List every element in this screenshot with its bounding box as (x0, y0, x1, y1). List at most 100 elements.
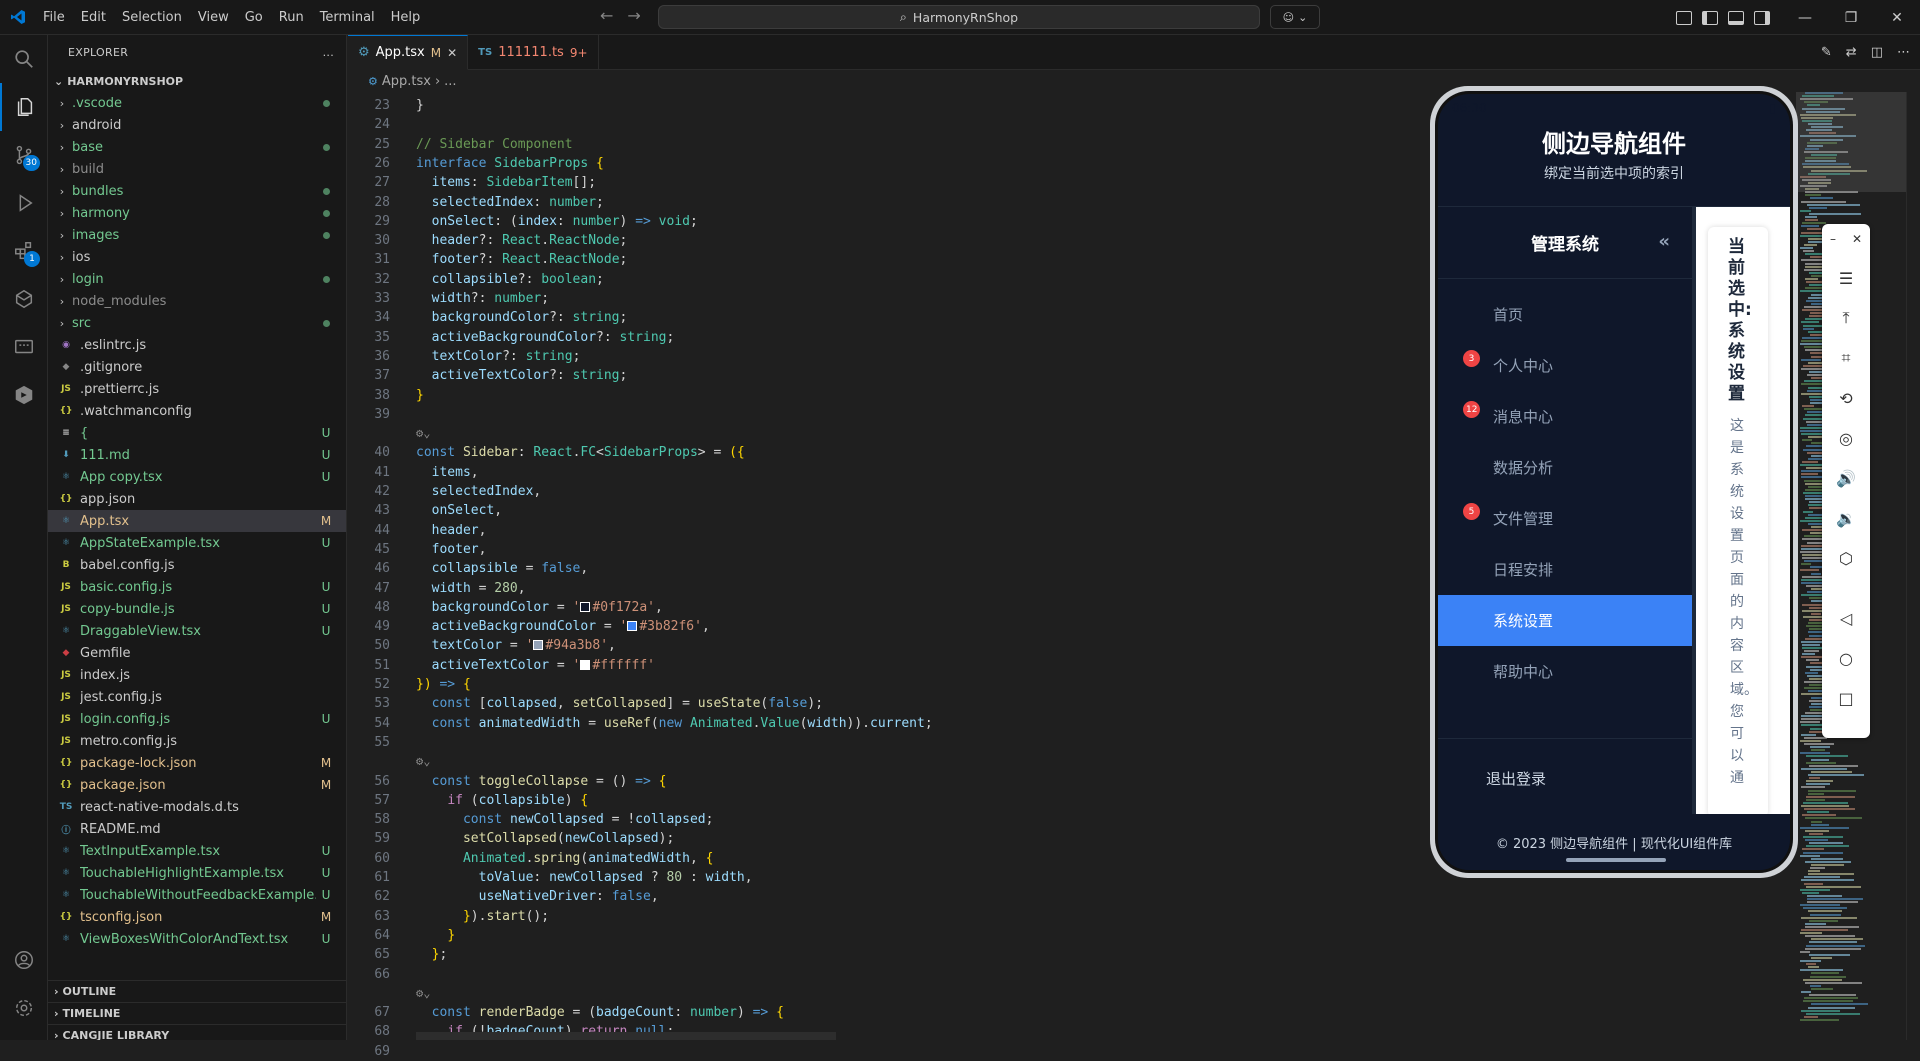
menu-view[interactable]: View (190, 0, 237, 35)
menu-help[interactable]: Help (383, 0, 429, 35)
codelens-icon[interactable]: ⚙⌄ (416, 424, 430, 443)
tree-item[interactable]: › images (48, 224, 346, 246)
tree-item[interactable]: ◉ .eslintrc.js (48, 334, 346, 356)
account-icon[interactable] (0, 936, 48, 984)
tree-item[interactable]: {} package.json M (48, 774, 346, 796)
more-actions-icon[interactable]: ... (323, 46, 334, 59)
section-outline[interactable]: › OUTLINE (48, 980, 346, 1002)
menu-edit[interactable]: Edit (73, 0, 114, 35)
breadcrumb-more[interactable]: ... (444, 74, 456, 89)
tree-item[interactable]: {} package-lock.json M (48, 752, 346, 774)
source-control-icon[interactable]: 30 (0, 131, 48, 179)
logout-button[interactable]: 退出登录 (1438, 738, 1692, 818)
command-center-search[interactable]: ⌕ HarmonyRnShop (658, 5, 1260, 29)
phone-nav-item[interactable]: 12 消息中心 (1438, 391, 1692, 442)
edit-pen-icon[interactable]: ✎ (1821, 45, 1832, 60)
recents-square-icon[interactable]: □ (1822, 678, 1870, 718)
deveco-icon[interactable] (0, 371, 48, 419)
more-actions-icon[interactable]: ⋯ (1897, 45, 1910, 60)
tree-item[interactable]: ⓘ README.md (48, 818, 346, 840)
project-section[interactable]: ⌄ HARMONYRNSHOP (48, 70, 346, 92)
screenshot-icon[interactable]: ◎ (1822, 418, 1870, 458)
tree-item[interactable]: › bundles (48, 180, 346, 202)
phone-nav-item[interactable]: 5 文件管理 (1438, 493, 1692, 544)
tree-item[interactable]: JS basic.config.js U (48, 576, 346, 598)
pin-top-icon[interactable]: ⤒ (1822, 298, 1870, 338)
restore-icon[interactable]: ❐ (1828, 0, 1874, 35)
volume-up-icon[interactable]: 🔊 (1822, 458, 1870, 498)
tree-item[interactable]: ⬇ 111.md U (48, 444, 346, 466)
menu-run[interactable]: Run (271, 0, 312, 35)
tree-item[interactable]: ◆ .gitignore (48, 356, 346, 378)
settings-gear-icon[interactable] (0, 984, 48, 1032)
search-view-icon[interactable] (0, 35, 48, 83)
codelens-icon[interactable]: ⚙⌄ (416, 984, 430, 1003)
tree-item[interactable]: › node_modules (48, 290, 346, 312)
section-timeline[interactable]: › TIMELINE (48, 1002, 346, 1024)
breadcrumb-file[interactable]: App.tsx (382, 74, 431, 89)
home-indicator[interactable] (1566, 858, 1666, 862)
tree-item[interactable]: › .vscode (48, 92, 346, 114)
tree-item[interactable]: ⚛ TextInputExample.tsx U (48, 840, 346, 862)
toggle-secondary-sidebar-icon[interactable] (1754, 10, 1770, 25)
tree-item[interactable]: › ios (48, 246, 346, 268)
extensions-icon[interactable]: 1 (0, 227, 48, 275)
explorer-icon[interactable] (0, 83, 48, 131)
tree-item[interactable]: ⚛ TouchableHighlightExample.tsx U (48, 862, 346, 884)
phone-nav-item[interactable]: 日程安排 (1438, 544, 1692, 595)
tab-app-tsx[interactable]: ⚙ App.tsx M ✕ (348, 35, 469, 70)
section-cangjie-library[interactable]: › CANGJIE LIBRARY (48, 1024, 346, 1040)
compare-changes-icon[interactable]: ⇄ (1846, 45, 1857, 60)
editor-scrollbar[interactable] (1906, 92, 1920, 1040)
tree-item[interactable]: {} .watchmanconfig (48, 400, 346, 422)
tree-item[interactable]: ⚛ App.tsx M (48, 510, 346, 532)
tree-item[interactable]: {} tsconfig.json M (48, 906, 346, 928)
back-triangle-icon[interactable]: ◁ (1822, 598, 1870, 638)
codelens-icon[interactable]: ⚙⌄ (416, 752, 430, 771)
close-icon[interactable]: ✕ (447, 46, 457, 60)
tree-item[interactable]: ≡ {U (48, 422, 346, 444)
minimap-viewport[interactable] (1796, 92, 1906, 192)
harmony-icon[interactable] (0, 275, 48, 323)
tree-item[interactable]: JS jest.config.js (48, 686, 346, 708)
tree-item[interactable]: JS metro.config.js (48, 730, 346, 752)
close-icon[interactable]: ✕ (1874, 0, 1920, 35)
back-arrow-icon[interactable]: ← (600, 6, 613, 25)
copilot-button[interactable]: ☺ ⌄ (1270, 5, 1320, 29)
crop-icon[interactable]: ⌗ (1822, 338, 1870, 378)
minimize-icon[interactable]: — (1782, 0, 1828, 35)
menu-selection[interactable]: Selection (114, 0, 190, 35)
tree-item[interactable]: › base (48, 136, 346, 158)
phone-nav-item[interactable]: 数据分析 (1438, 442, 1692, 493)
home-circle-icon[interactable]: ○ (1822, 638, 1870, 678)
tab-111111-ts[interactable]: TS 111111.ts 9+ (468, 35, 599, 70)
forward-arrow-icon[interactable]: → (627, 6, 640, 25)
shake-icon[interactable]: ⬡ (1822, 538, 1870, 578)
volume-down-icon[interactable]: 🔉 (1822, 498, 1870, 538)
phone-nav-item[interactable]: 系统设置 (1438, 595, 1692, 646)
tree-item[interactable]: JS copy-bundle.js U (48, 598, 346, 620)
toggle-panel-icon[interactable] (1728, 10, 1744, 25)
tree-item[interactable]: ⚛ AppStateExample.tsx U (48, 532, 346, 554)
tree-item[interactable]: ◆ Gemfile (48, 642, 346, 664)
phone-nav-item[interactable]: 帮助中心 (1438, 646, 1692, 697)
tree-item[interactable]: › build (48, 158, 346, 180)
tree-item[interactable]: {} app.json (48, 488, 346, 510)
tree-item[interactable]: JS index.js (48, 664, 346, 686)
collapse-chevron-icon[interactable]: « (1658, 231, 1670, 252)
menu-go[interactable]: Go (237, 0, 271, 35)
tree-item[interactable]: › login (48, 268, 346, 290)
menu-terminal[interactable]: Terminal (312, 0, 383, 35)
tree-item[interactable]: JS .prettierrc.js (48, 378, 346, 400)
tree-item[interactable]: › harmony (48, 202, 346, 224)
phone-nav-item[interactable]: 首页 (1438, 289, 1692, 340)
tree-item[interactable]: ⚛ ViewBoxesWithColorAndText.tsx U (48, 928, 346, 950)
run-debug-icon[interactable] (0, 179, 48, 227)
tree-item[interactable]: TS react-native-modals.d.ts (48, 796, 346, 818)
tree-item[interactable]: › android (48, 114, 346, 136)
minimize-icon[interactable]: – (1830, 232, 1836, 246)
tree-item[interactable]: JS login.config.js U (48, 708, 346, 730)
phone-nav-item[interactable]: 3 个人中心 (1438, 340, 1692, 391)
close-icon[interactable]: ✕ (1852, 232, 1862, 246)
customize-layout-icon[interactable] (1676, 10, 1692, 25)
